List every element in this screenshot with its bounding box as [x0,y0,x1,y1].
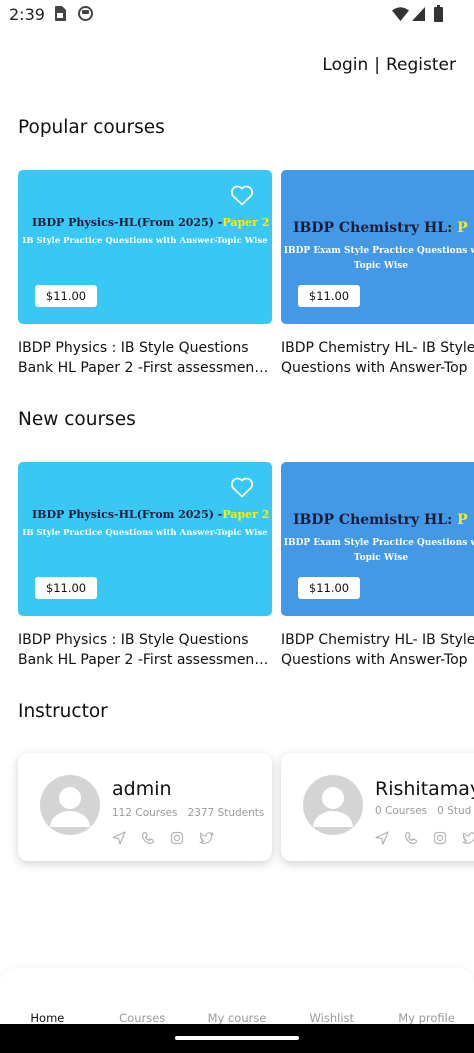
home-gesture-handle[interactable] [175,1036,299,1040]
course-card[interactable]: IBDP Physics-HL(From 2025) -Paper 2 IB S… [18,462,272,670]
nav-my-course[interactable]: My course [190,1011,285,1025]
banner-subtitle: IB Style Practice Questions with Answer-… [22,236,268,246]
course-card[interactable]: IBDP Chemistry HL: P IBDP Exam Style Pra… [281,170,474,378]
banner-subtitle: IBDP Exam Style Practice Questions w Top… [283,246,474,271]
instructor-card[interactable]: Rishitamay 0 Courses 0 Stud [281,753,474,861]
sim-card-icon [55,6,66,21]
status-time: 2:39 [9,5,45,24]
send-icon[interactable] [112,830,126,845]
avatar-placeholder-icon [50,787,90,827]
banner-title: IBDP Chemistry HL: P [293,220,468,236]
signal-icon [412,7,425,21]
auth-links: Login | Register [322,55,456,75]
instructor-name: admin [112,778,172,800]
avatar [303,775,363,835]
instructor-stats: 0 Courses 0 Stud [375,805,472,817]
course-title[interactable]: IBDP Physics : IB Style Questions Bank H… [18,630,272,670]
banner-title: IBDP Physics-HL(From 2025) -Paper 2 [32,216,270,229]
instagram-icon[interactable] [433,831,447,845]
auth-separator: | [374,55,380,75]
nav-courses[interactable]: Courses [95,1011,190,1025]
twitter-icon[interactable] [199,831,214,845]
login-link[interactable]: Login [322,55,368,75]
social-links [375,827,474,846]
course-title[interactable]: IBDP Chemistry HL- IB Style Questions wi… [281,338,474,378]
social-links [112,827,224,846]
instructor-card[interactable]: admin 112 Courses 2377 Students [18,753,272,861]
popular-courses-title: Popular courses [18,117,165,138]
instagram-icon[interactable] [170,831,184,845]
battery-icon [434,5,443,22]
avatar [40,775,100,835]
phone-icon[interactable] [141,831,155,845]
nav-my-profile[interactable]: My profile [379,1011,474,1025]
price-badge: $11.00 [298,577,360,599]
course-title[interactable]: IBDP Physics : IB Style Questions Bank H… [18,338,272,378]
phone-icon[interactable] [404,831,418,845]
course-thumbnail[interactable]: IBDP Chemistry HL: P IBDP Exam Style Pra… [281,462,474,616]
new-courses-row[interactable]: IBDP Physics-HL(From 2025) -Paper 2 IB S… [0,462,474,692]
price-badge: $11.00 [35,285,97,307]
popular-courses-row[interactable]: IBDP Physics-HL(From 2025) -Paper 2 IB S… [0,170,474,400]
nav-wishlist[interactable]: Wishlist [284,1011,379,1025]
instructor-name: Rishitamay [375,778,474,800]
twitter-icon[interactable] [462,831,474,845]
instructor-title: Instructor [18,701,108,722]
instructor-stats: 112 Courses 2377 Students [112,807,265,819]
nav-home[interactable]: Home [0,1011,95,1025]
banner-subtitle: IBDP Exam Style Practice Questions w Top… [283,538,474,563]
course-title[interactable]: IBDP Chemistry HL- IB Style Questions wi… [281,630,474,670]
status-bar: 2:39 [0,0,474,30]
course-thumbnail[interactable]: IBDP Physics-HL(From 2025) -Paper 2 IB S… [18,462,272,616]
banner-subtitle: IB Style Practice Questions with Answer-… [22,528,268,538]
course-card[interactable]: IBDP Physics-HL(From 2025) -Paper 2 IB S… [18,170,272,378]
new-courses-title: New courses [18,409,136,430]
course-thumbnail[interactable]: IBDP Physics-HL(From 2025) -Paper 2 IB S… [18,170,272,324]
gesture-bar [0,1024,474,1053]
app-notification-icon [78,6,93,21]
price-badge: $11.00 [298,285,360,307]
avatar-placeholder-icon [313,787,353,827]
course-card[interactable]: IBDP Chemistry HL: P IBDP Exam Style Pra… [281,462,474,670]
heart-icon[interactable] [230,476,254,498]
send-icon[interactable] [375,830,389,845]
course-thumbnail[interactable]: IBDP Chemistry HL: P IBDP Exam Style Pra… [281,170,474,324]
wifi-icon [392,7,409,21]
price-badge: $11.00 [35,577,97,599]
register-link[interactable]: Register [386,55,456,75]
instructor-row[interactable]: admin 112 Courses 2377 Students Rishitama… [0,745,474,875]
banner-title: IBDP Physics-HL(From 2025) -Paper 2 [32,508,270,521]
heart-icon[interactable] [230,184,254,206]
banner-title: IBDP Chemistry HL: P [293,512,468,528]
